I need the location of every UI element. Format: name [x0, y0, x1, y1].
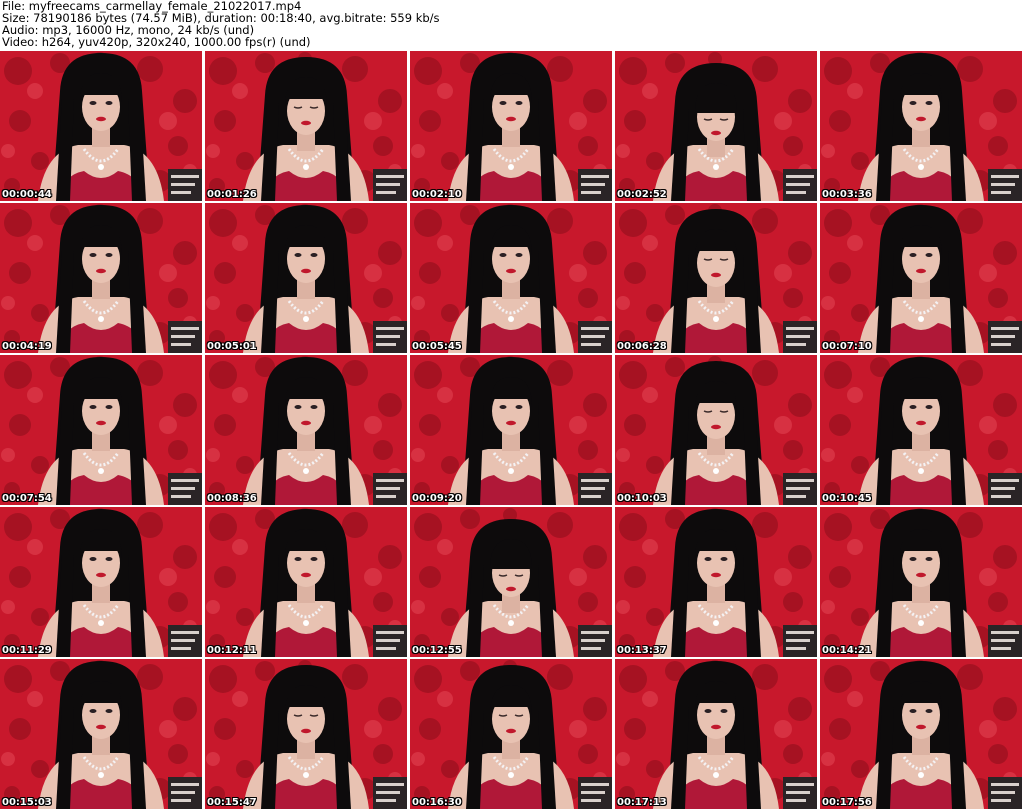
- video-frame-image: [820, 659, 1022, 809]
- video-frame-image: [0, 51, 202, 201]
- thumbnail-frame: 00:04:19: [0, 203, 202, 353]
- thumbnail-frame: 00:02:52: [615, 51, 817, 201]
- thumbnail-timestamp: 00:15:03: [2, 797, 52, 808]
- thumbnail-frame: 00:01:26: [205, 51, 407, 201]
- thumbnail-frame: 00:02:10: [410, 51, 612, 201]
- thumbnail-timestamp: 00:11:29: [2, 645, 52, 656]
- thumbnail-timestamp: 00:17:56: [822, 797, 872, 808]
- video-frame-image: [205, 355, 407, 505]
- thumbnail-frame: 00:12:11: [205, 507, 407, 657]
- video-info-line: Video: h264, yuv420p, 320x240, 1000.00 f…: [2, 35, 311, 49]
- thumbnail-frame: 00:08:36: [205, 355, 407, 505]
- video-frame-image: [615, 51, 817, 201]
- video-frame-image: [615, 659, 817, 809]
- thumbnail-timestamp: 00:06:28: [617, 341, 667, 352]
- thumbnail-timestamp: 00:10:45: [822, 493, 872, 504]
- video-frame-image: [410, 659, 612, 809]
- video-frame-image: [820, 203, 1022, 353]
- thumbnail-timestamp: 00:04:19: [2, 341, 52, 352]
- thumbnail-frame: 00:15:47: [205, 659, 407, 809]
- thumbnail-grid: 00:00:44 00:01:26 00:02:10 00:02:52 00:03:36…: [0, 51, 1024, 811]
- thumbnail-timestamp: 00:02:10: [412, 189, 462, 200]
- thumbnail-frame: 00:17:56: [820, 659, 1022, 809]
- thumbnail-timestamp: 00:07:10: [822, 341, 872, 352]
- thumbnail-frame: 00:07:10: [820, 203, 1022, 353]
- video-frame-image: [615, 507, 817, 657]
- video-frame-image: [615, 203, 817, 353]
- video-frame-image: [205, 659, 407, 809]
- thumbnail-timestamp: 00:15:47: [207, 797, 257, 808]
- thumbnail-frame: 00:13:37: [615, 507, 817, 657]
- thumbnail-frame: 00:17:13: [615, 659, 817, 809]
- thumbnail-frame: 00:03:36: [820, 51, 1022, 201]
- thumbnail-frame: 00:12:55: [410, 507, 612, 657]
- thumbnail-frame: 00:07:54: [0, 355, 202, 505]
- thumbnail-frame: 00:15:03: [0, 659, 202, 809]
- thumbnail-timestamp: 00:00:44: [2, 189, 52, 200]
- thumbnail-frame: 00:14:21: [820, 507, 1022, 657]
- thumbnail-timestamp: 00:12:55: [412, 645, 462, 656]
- thumbnail-frame: 00:10:45: [820, 355, 1022, 505]
- video-frame-image: [0, 507, 202, 657]
- video-frame-image: [0, 203, 202, 353]
- thumbnail-timestamp: 00:08:36: [207, 493, 257, 504]
- thumbnail-timestamp: 00:17:13: [617, 797, 667, 808]
- thumbnail-frame: 00:11:29: [0, 507, 202, 657]
- thumbnail-timestamp: 00:07:54: [2, 493, 52, 504]
- file-info-header: File: myfreecams_carmellay_female_210220…: [2, 0, 1022, 50]
- video-frame-image: [0, 355, 202, 505]
- thumbnail-timestamp: 00:05:01: [207, 341, 257, 352]
- video-frame-image: [410, 507, 612, 657]
- thumbnail-frame: 00:05:01: [205, 203, 407, 353]
- video-frame-image: [820, 355, 1022, 505]
- thumbnail-timestamp: 00:05:45: [412, 341, 462, 352]
- thumbnail-frame: 00:00:44: [0, 51, 202, 201]
- thumbnail-frame: 00:16:30: [410, 659, 612, 809]
- video-frame-image: [820, 507, 1022, 657]
- video-frame-image: [615, 355, 817, 505]
- video-frame-image: [820, 51, 1022, 201]
- thumbnail-timestamp: 00:16:30: [412, 797, 462, 808]
- video-frame-image: [205, 51, 407, 201]
- thumbnail-timestamp: 00:10:03: [617, 493, 667, 504]
- thumbnail-frame: 00:10:03: [615, 355, 817, 505]
- thumbnail-frame: 00:06:28: [615, 203, 817, 353]
- thumbnail-timestamp: 00:12:11: [207, 645, 257, 656]
- thumbnail-timestamp: 00:02:52: [617, 189, 667, 200]
- video-frame-image: [205, 203, 407, 353]
- thumbnail-timestamp: 00:03:36: [822, 189, 872, 200]
- video-frame-image: [205, 507, 407, 657]
- video-frame-image: [410, 203, 612, 353]
- video-frame-image: [410, 355, 612, 505]
- thumbnail-timestamp: 00:01:26: [207, 189, 257, 200]
- thumbnail-frame: 00:09:20: [410, 355, 612, 505]
- thumbnail-timestamp: 00:13:37: [617, 645, 667, 656]
- thumbnail-timestamp: 00:09:20: [412, 493, 462, 504]
- thumbnail-frame: 00:05:45: [410, 203, 612, 353]
- video-frame-image: [0, 659, 202, 809]
- thumbnail-timestamp: 00:14:21: [822, 645, 872, 656]
- video-frame-image: [410, 51, 612, 201]
